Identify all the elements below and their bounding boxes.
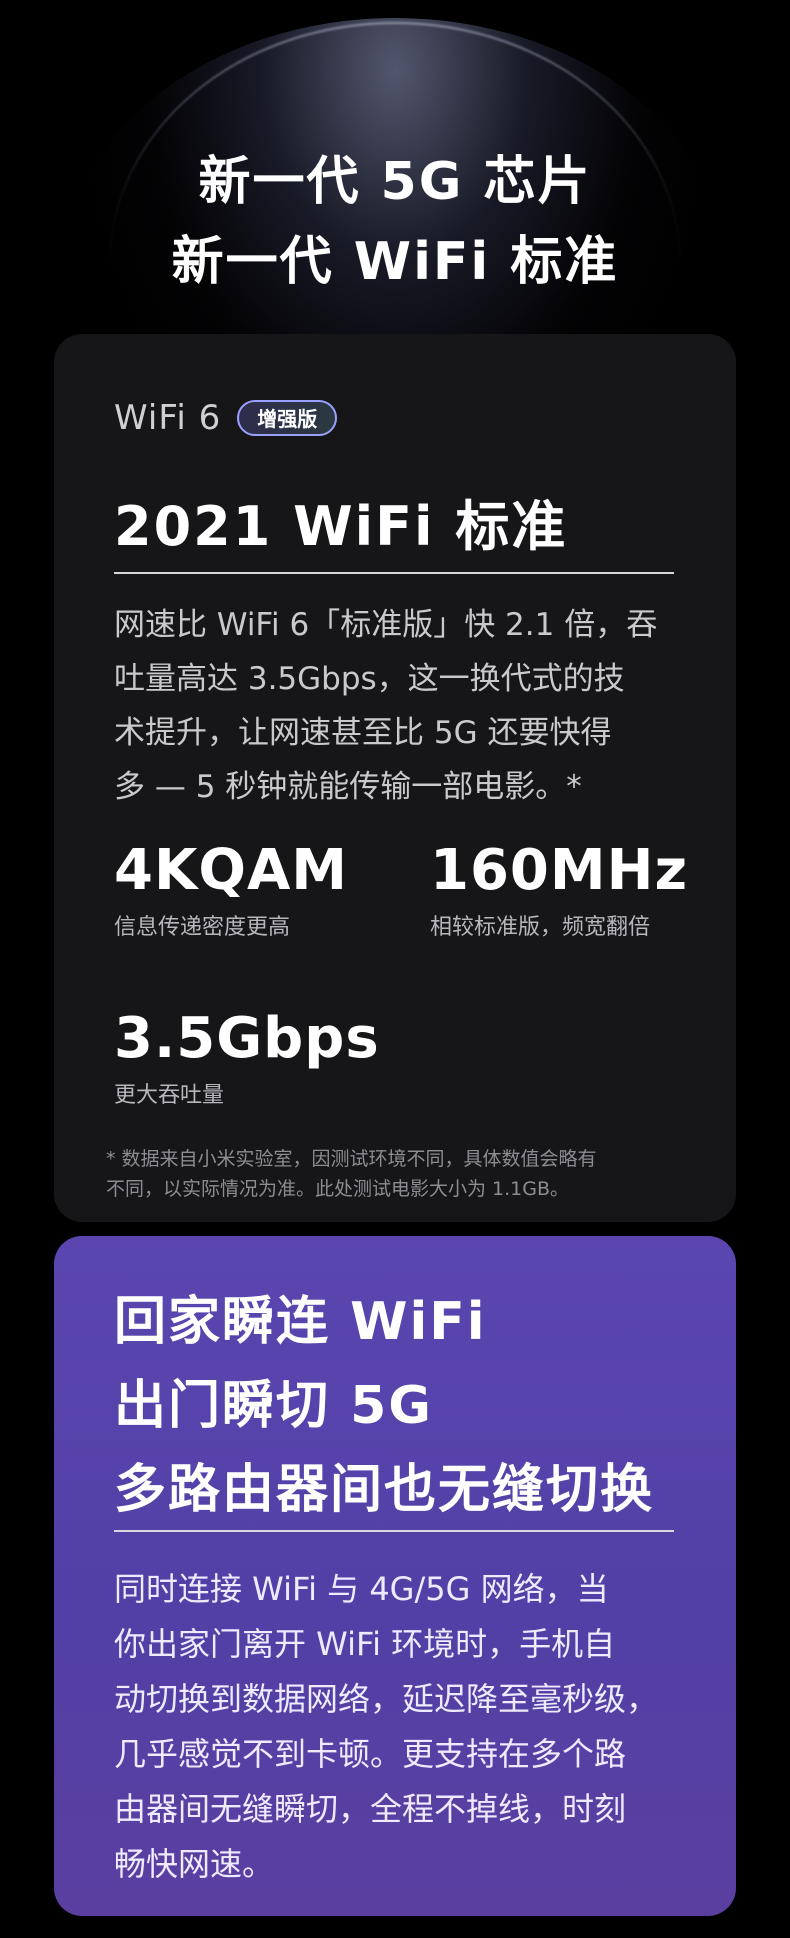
hero-title-line1: 新一代 5G 芯片 [198,152,592,212]
title-line: 多路由器间也无缝切换 [114,1460,655,1520]
hero-title-line2: 新一代 WiFi 标准 [171,232,619,292]
stat-bandwidth: 160MHz 相较标准版，频宽翻倍 [430,838,688,941]
stat-caption: 相较标准版，频宽翻倍 [430,915,651,940]
wifi-card-description: 网速比 WiFi 6「标准版」快 2.1 倍，吞 吐量高达 3.5Gbps，这一… [114,598,684,814]
switch-card-divider [114,1530,674,1532]
title-line: 出门瞬切 5G [114,1376,433,1436]
description-line: 术提升，让网速甚至比 5G 还要快得 [114,715,612,751]
description-line: 几乎感觉不到卡顿。更支持在多个路 [114,1735,627,1773]
wifi-version-row: WiFi 6 增强版 [114,398,338,438]
wifi-feature-card: WiFi 6 增强版 2021 WiFi 标准 网速比 WiFi 6「标准版」快… [54,334,736,1222]
title-line: 回家瞬连 WiFi [114,1292,487,1352]
description-line: 吐量高达 3.5Gbps，这一换代式的技 [114,661,625,697]
footnote-line: 不同，以实际情况为准。此处测试电影大小为 1.1GB。 [106,1178,570,1200]
switch-card-title: 回家瞬连 WiFi 出门瞬切 5G 多路由器间也无缝切换 [114,1280,654,1532]
description-line: 动切换到数据网络，延迟降至毫秒级， [114,1680,659,1718]
wifi-version-label: WiFi 6 [114,398,222,438]
seamless-switch-card: 回家瞬连 WiFi 出门瞬切 5G 多路由器间也无缝切换 同时连接 WiFi 与… [54,1236,736,1916]
stat-value: 4KQAM [114,838,349,903]
enhanced-badge: 增强版 [237,400,338,436]
description-line: 由器间无缝瞬切，全程不掉线，时刻 [114,1790,627,1828]
description-line: 多 — 5 秒钟就能传输一部电影。* [114,769,582,805]
description-line: 同时连接 WiFi 与 4G/5G 网络，当 [114,1570,609,1608]
switch-card-description: 同时连接 WiFi 与 4G/5G 网络，当 你出家门离开 WiFi 环境时，手… [114,1562,684,1892]
stat-throughput: 3.5Gbps 更大吞吐量 [114,1006,380,1109]
hero-title: 新一代 5G 芯片 新一代 WiFi 标准 [0,142,790,302]
stat-value: 3.5Gbps [114,1006,380,1071]
footnote-line: * 数据来自小米实验室，因测试环境不同，具体数值会略有 [106,1148,597,1170]
wifi-card-title: 2021 WiFi 标准 [114,495,568,558]
stat-caption: 信息传递密度更高 [114,915,291,940]
stat-caption: 更大吞吐量 [114,1083,225,1108]
stat-qam: 4KQAM 信息传递密度更高 [114,838,348,941]
description-line: 你出家门离开 WiFi 环境时，手机自 [114,1625,616,1663]
description-line: 网速比 WiFi 6「标准版」快 2.1 倍，吞 [114,607,658,643]
stat-value: 160MHz [430,838,689,903]
footnote: * 数据来自小米实验室，因测试环境不同，具体数值会略有 不同，以实际情况为准。此… [106,1144,696,1204]
wifi-card-divider [114,572,674,574]
description-line: 畅快网速。 [114,1845,275,1883]
